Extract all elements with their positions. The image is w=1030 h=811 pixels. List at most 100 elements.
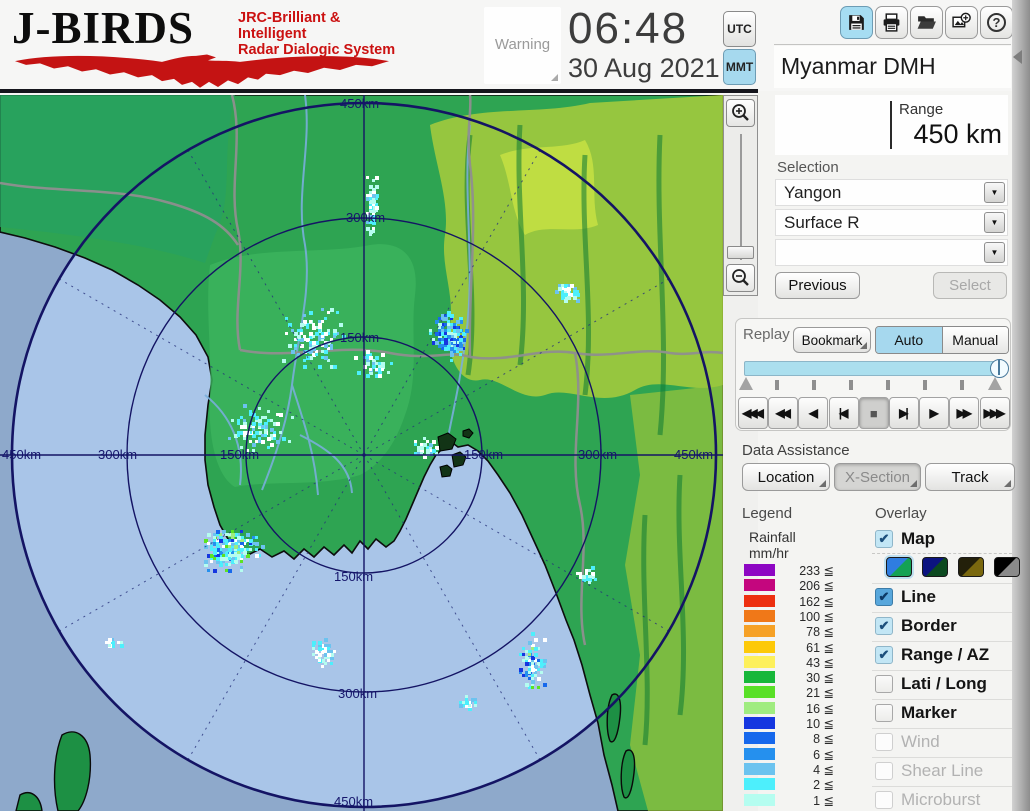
legend-swatch [744,763,775,775]
overlay-item-microburst[interactable]: Microburst [875,790,1012,811]
overlay-item-border[interactable]: ✔Border [875,616,1012,638]
menu-corner-icon [819,480,826,487]
overlay-item-marker[interactable]: Marker [875,703,1012,725]
zoom-out-button[interactable] [726,264,755,292]
legend-value: 162 ≦ [778,594,834,609]
timeline-slider-handle[interactable] [990,359,1009,378]
overlay-item-range-az[interactable]: ✔Range / AZ [875,645,1012,667]
map-style-night[interactable] [922,557,948,577]
legend-swatch [744,778,775,790]
map-style-gray[interactable] [994,557,1020,577]
legend-entry: 6 ≦ [742,747,852,762]
divider [872,728,1012,729]
checkbox[interactable] [875,704,893,722]
timeline-tick [886,380,890,390]
timeline-slider[interactable] [744,361,1000,376]
track-button[interactable]: Track [925,463,1015,491]
overlay-item-line[interactable]: ✔Line [875,587,1012,609]
legend-swatch [744,610,775,622]
open-file-button[interactable] [910,6,943,39]
select-button[interactable]: Select [933,272,1007,299]
floppy-icon [846,12,867,33]
checkbox[interactable]: ✔ [875,617,893,635]
legend-swatch [744,686,775,698]
previous-button[interactable]: Previous [775,272,860,299]
chevron-down-icon[interactable]: ▼ [984,242,1005,263]
checkbox[interactable]: ✔ [875,588,893,606]
panel-collapse-icon[interactable] [1013,50,1022,64]
checkbox[interactable] [875,675,893,693]
bookmark-button[interactable]: Bookmark [793,327,871,353]
zoom-slider-track[interactable] [740,134,742,260]
utc-button[interactable]: UTC [723,11,756,47]
legend-swatch [744,579,775,591]
legend-entry: 1 ≦ [742,793,852,808]
range-value: 450 km [913,119,1002,150]
legend-value: 30 ≦ [778,670,834,685]
dropdown-product-value: Surface R [784,213,860,233]
play-button[interactable]: ▶ [919,397,949,429]
jump-start-button[interactable]: ◀◀◀ [738,397,768,429]
stop-button[interactable]: ■ [859,397,889,429]
auto-mode-button[interactable]: Auto [876,327,943,353]
svg-text:300km: 300km [98,447,137,462]
radar-map[interactable]: 450km 300km 150km 450km 300km 150km 150k… [0,95,723,811]
legend-value: 43 ≦ [778,655,834,670]
help-button[interactable]: ? [980,6,1013,39]
overlay-item-wind[interactable]: Wind [875,732,1012,754]
warning-label: Warning [484,36,561,53]
divider [872,757,1012,758]
resize-corner-icon [551,74,558,81]
map-style-olive[interactable] [958,557,984,577]
panel-splitter[interactable] [1012,0,1030,811]
print-button[interactable] [875,6,908,39]
timeline-end-marker[interactable] [988,377,1002,390]
step-back-button[interactable]: |◀ [829,397,859,429]
dropdown-product[interactable]: Surface R ▼ [775,209,1008,236]
location-button[interactable]: Location [742,463,830,491]
jump-end-button[interactable]: ▶▶▶ [980,397,1010,429]
timeline-tick [923,380,927,390]
manual-mode-button[interactable]: Manual [943,327,1009,353]
zoom-in-button[interactable] [726,99,755,127]
chevron-down-icon[interactable]: ▼ [984,182,1005,203]
svg-text:150km: 150km [334,569,373,584]
logo-title: J-BIRDS [12,2,194,54]
warning-panel[interactable]: Warning [484,7,561,84]
divider [890,101,892,149]
fast-rewind-button[interactable]: ◀◀ [768,397,798,429]
svg-text:450km: 450km [340,96,379,111]
overlay-item-lati-long[interactable]: Lati / Long [875,674,1012,696]
play-backward-button[interactable]: ◀ [798,397,828,429]
station-name: Myanmar DMH [781,53,936,80]
checkbox[interactable]: ✔ [875,646,893,664]
fast-forward-button[interactable]: ▶▶ [949,397,979,429]
zoom-slider-thumb[interactable] [727,246,754,259]
overlay-item-map[interactable]: ✔Map [875,529,1012,551]
legend-value: 16 ≦ [778,701,834,716]
dropdown-site[interactable]: Yangon ▼ [775,179,1008,206]
image-plus-icon [951,12,972,33]
step-forward-button[interactable]: ▶| [889,397,919,429]
map-style-day[interactable] [886,557,912,577]
timeline-start-marker[interactable] [739,377,753,390]
legend-entry: 61 ≦ [742,640,852,655]
mmt-button[interactable]: MMT [723,49,756,85]
dropdown-extra[interactable]: ▼ [775,239,1008,266]
clock-date: 30 Aug 2021 [568,53,720,84]
magnifier-minus-icon [730,267,752,289]
legend-value: 10 ≦ [778,716,834,731]
svg-text:150km: 150km [464,447,503,462]
legend-entry: 21 ≦ [742,685,852,700]
checkbox [875,733,893,751]
range-label: Range [899,101,943,118]
header-bar: J-BIRDS JRC-Brilliant & Intelligent Rada… [0,0,1030,91]
capture-add-button[interactable] [945,6,978,39]
x-section-button[interactable]: X-Section [834,463,921,491]
save-button[interactable] [840,6,873,39]
clock-time: 06:48 [568,4,688,54]
chevron-down-icon[interactable]: ▼ [984,212,1005,233]
overlay-item-shear-line[interactable]: Shear Line [875,761,1012,783]
legend-value: 4 ≦ [778,762,834,777]
checkbox[interactable]: ✔ [875,530,893,548]
